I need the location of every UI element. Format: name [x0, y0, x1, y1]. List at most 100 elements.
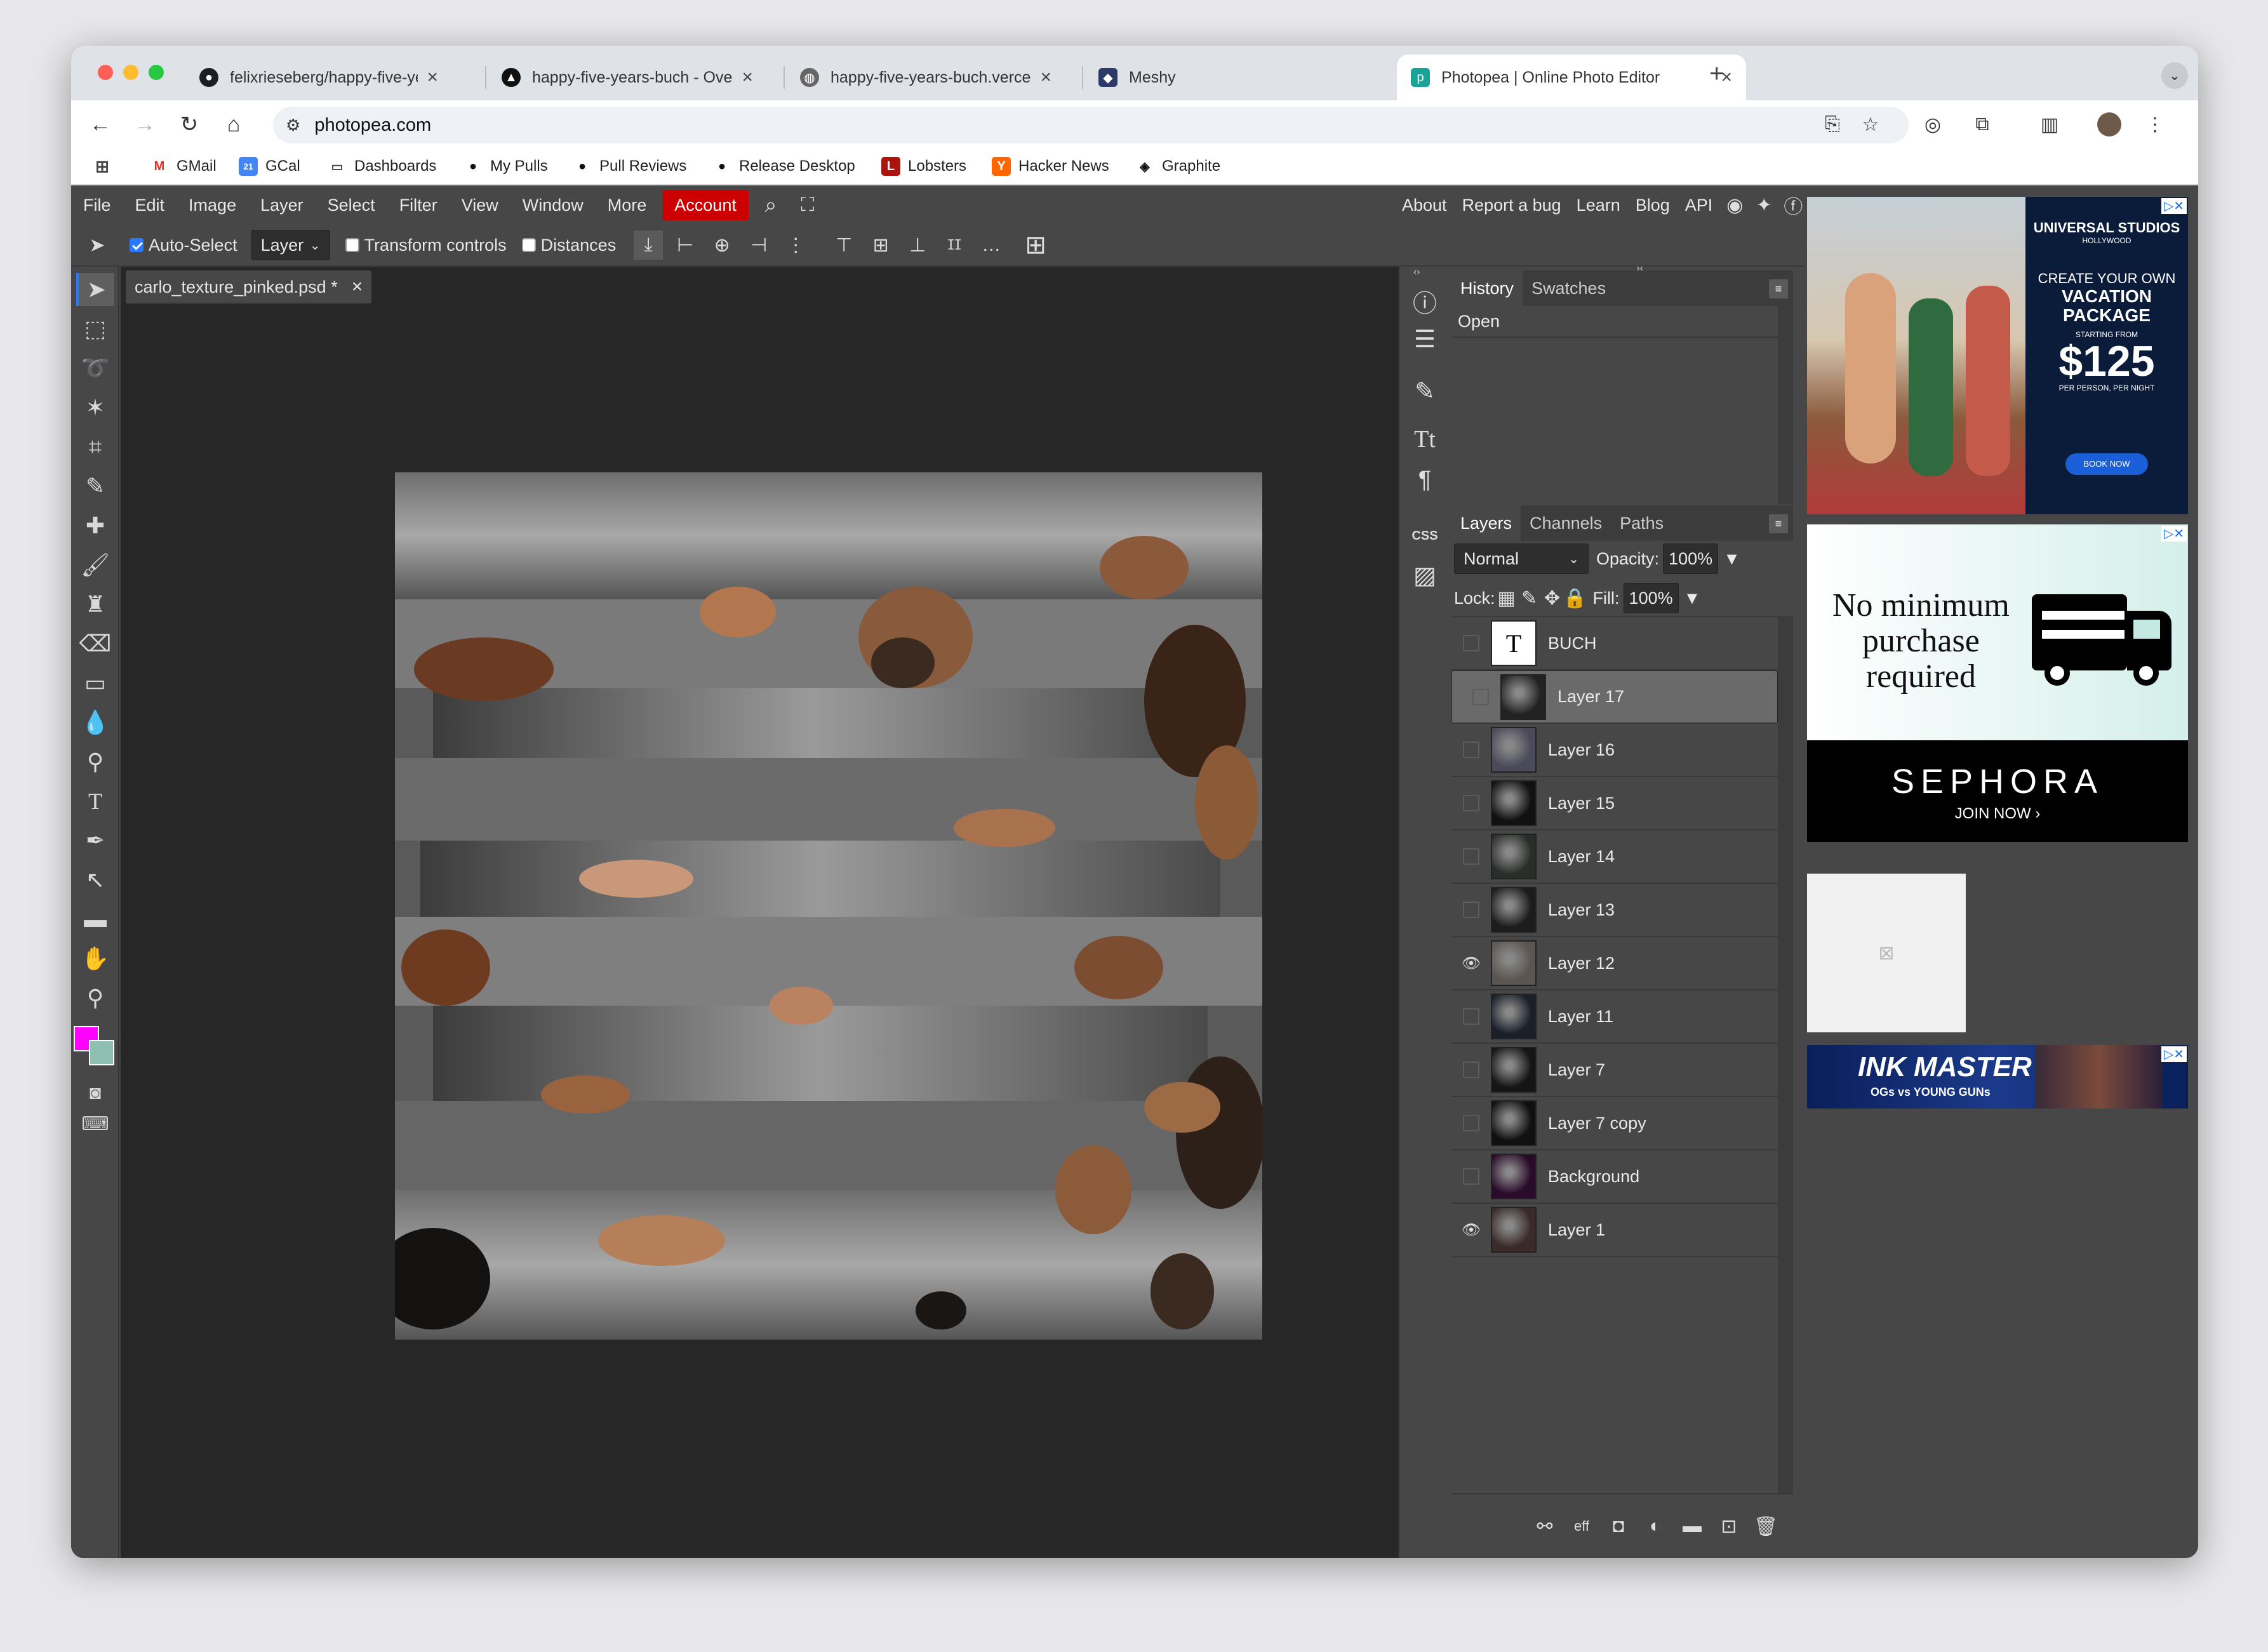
new-tab-button[interactable]: + — [1709, 60, 1724, 88]
align-distribute-icon[interactable]: ⋮ — [781, 230, 810, 260]
visibility-toggle[interactable] — [1451, 616, 1491, 670]
group-folder-icon[interactable]: ▬ — [1678, 1512, 1707, 1541]
book-now-button[interactable]: BOOK NOW — [2065, 453, 2148, 475]
back-icon[interactable]: ← — [86, 110, 114, 138]
crop-tool-icon[interactable]: ⌗ — [76, 430, 114, 463]
bookmark-pull-reviews[interactable]: ● Pull Reviews — [573, 154, 686, 179]
menu-layer[interactable]: Layer — [248, 190, 316, 220]
panel-menu-icon[interactable]: ≡ — [1769, 279, 1788, 298]
profile-avatar[interactable] — [2097, 112, 2122, 137]
menu-view[interactable]: View — [450, 190, 510, 220]
layer-row[interactable]: Layer 15 — [1451, 777, 1778, 830]
document-tab[interactable]: carlo_texture_pinked.psd * × — [126, 270, 372, 303]
blog-link[interactable]: Blog — [1628, 196, 1678, 215]
account-button[interactable]: Account — [662, 190, 749, 220]
search-icon[interactable]: ⌕ — [756, 190, 785, 220]
visibility-toggle[interactable] — [1451, 1043, 1491, 1096]
bookmark-my-pulls[interactable]: ● My Pulls — [464, 154, 548, 179]
home-icon[interactable]: ⌂ — [220, 110, 248, 138]
about-link[interactable]: About — [1394, 196, 1455, 215]
close-document-icon[interactable]: × — [352, 276, 363, 298]
menu-filter[interactable]: Filter — [387, 190, 450, 220]
delete-layer-icon[interactable]: 🗑 — [1751, 1512, 1780, 1541]
effects-icon[interactable]: eff — [1567, 1512, 1596, 1541]
menu-edit[interactable]: Edit — [123, 190, 177, 220]
lock-all-icon[interactable]: 🔒 — [1563, 583, 1587, 613]
api-link[interactable]: API — [1678, 196, 1721, 215]
visibility-toggle[interactable] — [1451, 1096, 1491, 1150]
tab-photopea[interactable]: p Photopea | Online Photo Editor × — [1397, 55, 1746, 100]
facebook-icon[interactable]: ⓕ — [1778, 190, 1808, 220]
type-tool-icon[interactable]: T — [76, 785, 114, 818]
move-tool-icon[interactable]: ➤ — [76, 273, 114, 306]
menu-window[interactable]: Window — [510, 190, 596, 220]
apps-grid-icon[interactable]: ⊞ — [93, 154, 119, 179]
download-align-icon[interactable]: ⤓ — [634, 230, 664, 260]
history-item[interactable]: Open — [1451, 306, 1778, 338]
keyboard-icon[interactable]: ⌨ — [76, 1107, 114, 1140]
address-bar[interactable]: ⚙ photopea.com — [273, 107, 1909, 143]
visibility-toggle[interactable] — [1451, 723, 1491, 776]
layer-row[interactable]: 👁 Layer 12 — [1451, 937, 1778, 990]
bookmark-star-icon[interactable]: ☆ — [1858, 112, 1883, 137]
distribute-icon[interactable]: ⵊⵊ — [940, 230, 969, 260]
layer-row[interactable]: Layer 16 — [1451, 724, 1778, 777]
quick-mask-icon[interactable]: ◙ — [76, 1077, 114, 1110]
eye-icon[interactable]: 👁 — [1451, 936, 1491, 990]
tab-swatches[interactable]: Swatches — [1523, 270, 1615, 306]
menu-file[interactable]: File — [71, 190, 123, 220]
healing-tool-icon[interactable]: ✚ — [76, 509, 114, 542]
tab-github[interactable]: ● felixrieseberg/happy-five-years-buch × — [185, 55, 452, 100]
layers-scrollbar[interactable] — [1778, 616, 1793, 1493]
lasso-tool-icon[interactable]: ➰ — [76, 352, 114, 385]
distances-checkbox[interactable]: Distances — [521, 236, 616, 255]
lock-transparency-icon[interactable]: ▦ — [1495, 583, 1518, 613]
twitter-icon[interactable]: ✦ — [1749, 190, 1778, 220]
visibility-toggle[interactable] — [1451, 990, 1491, 1043]
zoom-tool-icon[interactable]: ⚲ — [76, 982, 114, 1015]
close-tab-icon[interactable]: × — [1040, 67, 1051, 88]
grid-icon[interactable]: ⊞ — [1021, 230, 1050, 260]
layer-row[interactable]: Layer 7 — [1451, 1044, 1778, 1097]
eye-icon[interactable]: 👁 — [1451, 1203, 1491, 1256]
brush-settings-icon[interactable]: ✎ — [1410, 376, 1440, 406]
auto-select-checkbox[interactable]: Auto-Select — [130, 236, 237, 255]
panel-menu-icon[interactable]: ≡ — [1769, 514, 1788, 533]
learn-link[interactable]: Learn — [1569, 196, 1628, 215]
menu-more[interactable]: More — [596, 190, 659, 220]
bookmark-dashboards[interactable]: ▭ Dashboards — [328, 154, 437, 179]
hand-tool-icon[interactable]: ✋ — [76, 942, 114, 975]
pen-tool-icon[interactable]: ✒ — [76, 824, 114, 857]
fill-input[interactable]: 100% — [1623, 583, 1679, 613]
ad-choices-icon[interactable]: ▷✕ — [2161, 198, 2187, 214]
zoom-window-button[interactable] — [149, 65, 164, 80]
dodge-tool-icon[interactable]: ⚲ — [76, 745, 114, 778]
css-icon[interactable]: CSS — [1410, 521, 1440, 551]
lock-pixels-icon[interactable]: ✎ — [1518, 583, 1541, 613]
install-app-icon[interactable]: ⎘ — [1820, 112, 1845, 137]
side-panel-icon[interactable]: ▥ — [2037, 112, 2062, 137]
background-color-swatch[interactable] — [89, 1040, 114, 1065]
paragraph-icon[interactable]: ¶ — [1410, 465, 1440, 495]
tab-history[interactable]: History — [1451, 270, 1523, 306]
blur-tool-icon[interactable]: 💧 — [76, 706, 114, 739]
ink-master-ad[interactable]: INK MASTER OGs vs YOUNG GUNs ▷✕ — [1807, 1045, 2188, 1109]
eyedropper-tool-icon[interactable]: ✎ — [76, 470, 114, 503]
new-layer-icon[interactable]: ⊡ — [1714, 1512, 1744, 1541]
shape-tool-icon[interactable]: ▬ — [76, 903, 114, 936]
opacity-input[interactable]: 100% — [1663, 543, 1719, 574]
bookmark-lobsters[interactable]: L Lobsters — [881, 154, 966, 179]
align-right-icon[interactable]: ⊣ — [744, 230, 773, 260]
extension-icon[interactable]: ◎ — [1920, 112, 1945, 137]
align-middle-icon[interactable]: ⊞ — [866, 230, 895, 260]
close-tab-icon[interactable]: × — [742, 67, 753, 88]
fill-dropdown-icon[interactable]: ▼ — [1684, 589, 1701, 608]
visibility-toggle[interactable] — [1451, 1150, 1491, 1203]
minimize-window-button[interactable] — [123, 65, 138, 80]
report-bug-link[interactable]: Report a bug — [1455, 196, 1569, 215]
more-menu-icon[interactable]: ⋮ — [2142, 112, 2168, 137]
menu-select[interactable]: Select — [316, 190, 387, 220]
layer-row[interactable]: Layer 11 — [1451, 990, 1778, 1044]
lock-position-icon[interactable]: ✥ — [1541, 583, 1564, 613]
tab-paths[interactable]: Paths — [1611, 505, 1672, 541]
